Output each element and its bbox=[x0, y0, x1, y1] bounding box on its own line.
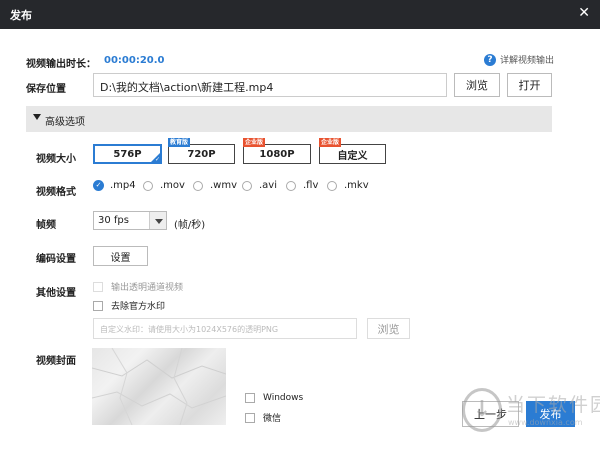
watermark-path-input[interactable]: 自定义水印：请使用大小为1024X576的透明PNG bbox=[93, 318, 357, 339]
resolution-option-576p[interactable]: 576P ✓ bbox=[93, 144, 162, 164]
framerate-value: 30 fps bbox=[98, 215, 129, 226]
format-label: 视频格式 bbox=[36, 187, 76, 198]
advanced-options-label: 高级选项 bbox=[45, 117, 85, 128]
edition-tag: 教育版 bbox=[168, 138, 191, 147]
cover-wechat-checkbox[interactable]: 微信 bbox=[245, 411, 281, 424]
window-title: 发布 bbox=[10, 9, 32, 22]
resolution-label: 视频大小 bbox=[36, 154, 76, 165]
close-icon[interactable]: ✕ bbox=[578, 5, 590, 21]
resolution-option-1080p[interactable]: 企业版 1080P bbox=[243, 138, 311, 164]
resolution-option-label: 720P bbox=[187, 148, 216, 160]
check-icon: ✓ bbox=[154, 156, 160, 163]
edition-tag: 企业版 bbox=[319, 138, 342, 147]
resolution-option-label: 576P bbox=[113, 148, 142, 160]
collapse-triangle-icon bbox=[33, 114, 41, 120]
format-radio-avi[interactable]: .avi bbox=[242, 180, 277, 191]
resolution-option-custom[interactable]: 企业版 自定义 bbox=[319, 138, 386, 164]
format-radio-mov[interactable]: .mov bbox=[143, 180, 185, 191]
prev-step-button[interactable]: 上一步 bbox=[462, 401, 519, 427]
checkbox-label: Windows bbox=[263, 393, 304, 403]
checkbox-icon bbox=[245, 393, 255, 403]
checkbox-icon bbox=[93, 300, 103, 311]
format-radio-wmv[interactable]: .wmv bbox=[193, 180, 237, 191]
title-bar: 发布 ✕ bbox=[0, 0, 600, 29]
framerate-select[interactable]: 30 fps bbox=[93, 211, 167, 230]
cover-thumbnail[interactable] bbox=[92, 348, 226, 425]
resolution-option-label: 自定义 bbox=[337, 150, 368, 162]
help-link-label: 详解视频输出 bbox=[500, 56, 555, 66]
cover-label: 视频封面 bbox=[36, 356, 76, 367]
paper-texture-image bbox=[92, 348, 226, 425]
format-option-label: .flv bbox=[303, 180, 319, 191]
format-option-label: .mp4 bbox=[110, 180, 136, 191]
format-radio-mkv[interactable]: .mkv bbox=[327, 180, 369, 191]
browse-button[interactable]: 浏览 bbox=[454, 73, 500, 97]
publish-button[interactable]: 发布 bbox=[526, 401, 575, 427]
format-option-label: .mov bbox=[160, 180, 185, 191]
checkbox-label: 输出透明通道视频 bbox=[111, 283, 184, 293]
open-button[interactable]: 打开 bbox=[507, 73, 552, 97]
framerate-label: 帧频 bbox=[36, 220, 56, 231]
cover-windows-checkbox[interactable]: Windows bbox=[245, 393, 303, 403]
save-path-field[interactable]: D:\我的文档\action\新建工程.mp4 bbox=[93, 73, 447, 97]
radio-icon bbox=[286, 180, 296, 191]
format-radio-mp4[interactable]: ✓ .mp4 bbox=[93, 180, 136, 191]
chevron-down-icon bbox=[149, 212, 166, 229]
radio-icon bbox=[327, 180, 337, 191]
format-option-label: .wmv bbox=[210, 180, 238, 191]
framerate-unit: (帧/秒) bbox=[174, 220, 206, 231]
checkbox-icon bbox=[93, 281, 103, 292]
encoding-label: 编码设置 bbox=[36, 254, 76, 265]
help-link[interactable]: ? 详解视频输出 bbox=[484, 53, 554, 66]
format-option-label: .mkv bbox=[344, 180, 369, 191]
format-radio-flv[interactable]: .flv bbox=[286, 180, 318, 191]
checkbox-icon bbox=[245, 412, 255, 423]
remove-watermark-checkbox[interactable]: 去除官方水印 bbox=[93, 299, 165, 312]
duration-value: 00:00:20.0 bbox=[104, 55, 165, 66]
advanced-options-header[interactable]: 高级选项 bbox=[26, 106, 552, 132]
other-settings-label: 其他设置 bbox=[36, 288, 76, 299]
encoding-settings-button[interactable]: 设置 bbox=[93, 246, 148, 266]
resolution-option-label: 1080P bbox=[259, 148, 295, 160]
watermark-browse-button[interactable]: 浏览 bbox=[367, 318, 410, 339]
resolution-option-720p[interactable]: 教育版 720P bbox=[168, 138, 235, 164]
duration-label: 视频输出时长： bbox=[26, 59, 96, 70]
transparent-video-checkbox[interactable]: 输出透明通道视频 bbox=[93, 280, 183, 293]
help-icon: ? bbox=[484, 53, 496, 66]
radio-icon bbox=[143, 180, 153, 191]
save-location-label: 保存位置 bbox=[26, 84, 66, 95]
radio-checked-icon: ✓ bbox=[93, 180, 104, 191]
radio-icon bbox=[193, 180, 203, 191]
radio-icon bbox=[242, 180, 252, 191]
edition-tag: 企业版 bbox=[243, 138, 266, 147]
checkbox-label: 微信 bbox=[263, 414, 282, 424]
format-option-label: .avi bbox=[259, 180, 278, 191]
checkbox-label: 去除官方水印 bbox=[111, 302, 166, 312]
